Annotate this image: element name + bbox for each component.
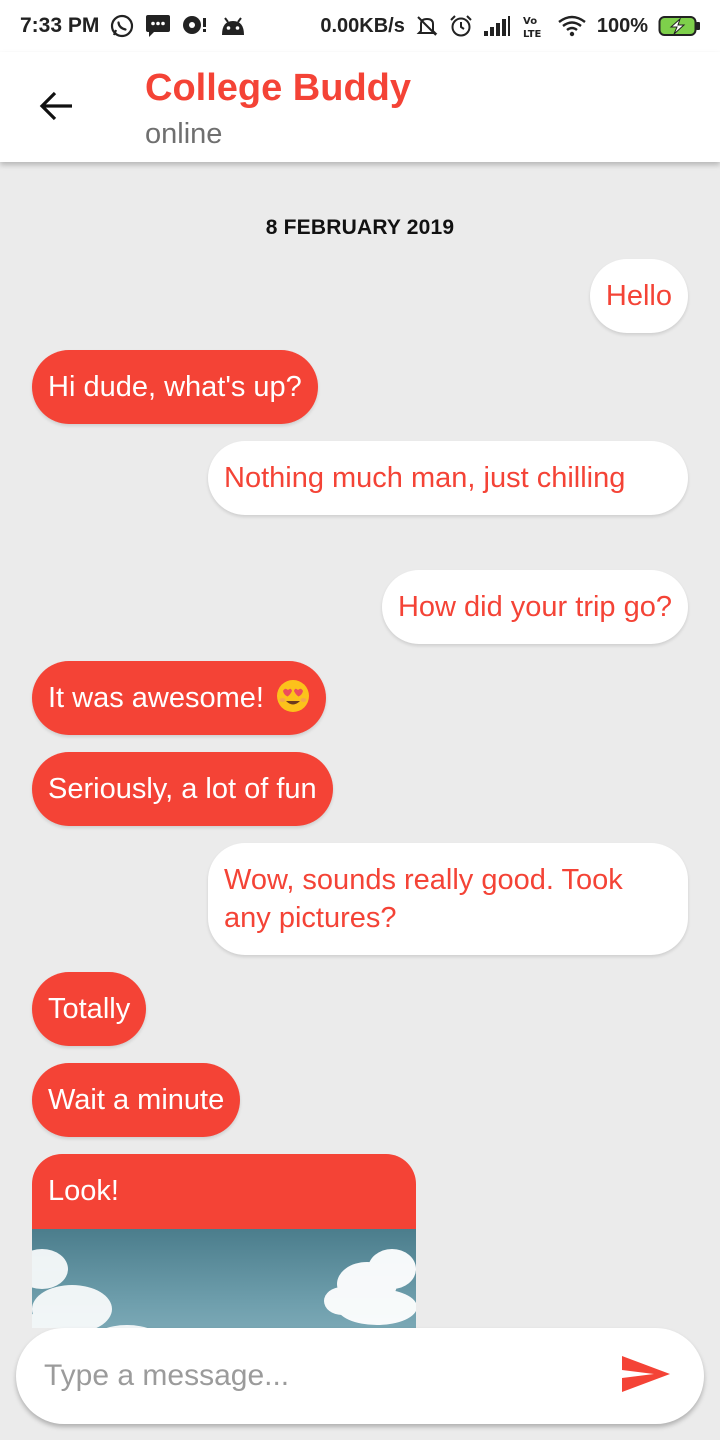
image-message-bubble[interactable]: Look! xyxy=(32,1154,416,1328)
message-text: Seriously, a lot of fun xyxy=(48,773,317,805)
wifi-icon xyxy=(557,14,587,38)
message-text: Hello xyxy=(605,280,672,312)
sky-clouds-photo[interactable] xyxy=(32,1229,416,1328)
svg-text:LTE: LTE xyxy=(523,29,542,39)
svg-text:Vo: Vo xyxy=(523,16,537,27)
message-text: Wow, sounds really good. Took any pictur… xyxy=(224,864,623,934)
network-speed: 0.00KB/s xyxy=(320,14,405,37)
message-bubble-incoming[interactable]: Seriously, a lot of fun xyxy=(32,752,333,826)
app-bar: College Buddy online xyxy=(0,52,720,162)
message-text: It was awesome! xyxy=(48,682,264,714)
arrow-back-icon xyxy=(38,90,74,127)
message-bubble-incoming[interactable]: Totally xyxy=(32,972,147,1046)
battery-charging-icon xyxy=(658,14,702,38)
whatsapp-icon xyxy=(109,13,135,39)
date-separator: 8 FEBRUARY 2019 xyxy=(265,216,455,239)
battery-percent: 100% xyxy=(596,14,648,37)
sms-icon xyxy=(145,14,171,38)
chat-icon xyxy=(181,14,209,38)
message-bubble-outgoing[interactable]: How did your trip go? xyxy=(381,570,688,644)
signal-icon xyxy=(483,15,511,37)
heart-eyes-emoji xyxy=(276,679,310,713)
mute-icon xyxy=(415,14,439,38)
chat-title: College Buddy xyxy=(145,67,412,109)
message-bubble-incoming[interactable]: Wait a minute xyxy=(32,1063,241,1137)
alarm-icon xyxy=(449,14,473,38)
android-icon xyxy=(219,15,247,37)
message-text: How did your trip go? xyxy=(397,591,672,623)
send-icon xyxy=(620,1354,672,1399)
back-button[interactable] xyxy=(28,80,84,136)
message-bubble-outgoing[interactable]: Nothing much man, just chilling xyxy=(208,441,688,515)
message-text: Nothing much man, just chilling xyxy=(224,462,626,494)
send-button[interactable] xyxy=(618,1352,674,1400)
message-bubble-incoming[interactable]: It was awesome! xyxy=(32,661,327,735)
message-bubble-incoming[interactable]: Hi dude, what's up? xyxy=(32,350,318,424)
message-text: Totally xyxy=(48,993,131,1025)
message-text: Wait a minute xyxy=(48,1084,225,1116)
chat-status: online xyxy=(145,118,223,150)
message-text: Hi dude, what's up? xyxy=(48,371,302,403)
volte-icon: Vo LTE xyxy=(521,13,547,39)
message-text: Look! xyxy=(48,1175,119,1207)
message-bubble-outgoing[interactable]: Wow, sounds really good. Took any pictur… xyxy=(208,843,688,955)
status-time: 7:33 PM xyxy=(20,14,100,37)
message-list[interactable]: 8 FEBRUARY 2019 Hello Hi dude, what's up… xyxy=(0,162,720,1328)
message-input[interactable] xyxy=(44,1328,584,1424)
status-bar: 7:33 PM 0.00KB/s Vo LTE 100% xyxy=(0,0,720,52)
message-bubble-outgoing[interactable]: Hello xyxy=(589,259,688,333)
message-composer xyxy=(16,1328,704,1424)
